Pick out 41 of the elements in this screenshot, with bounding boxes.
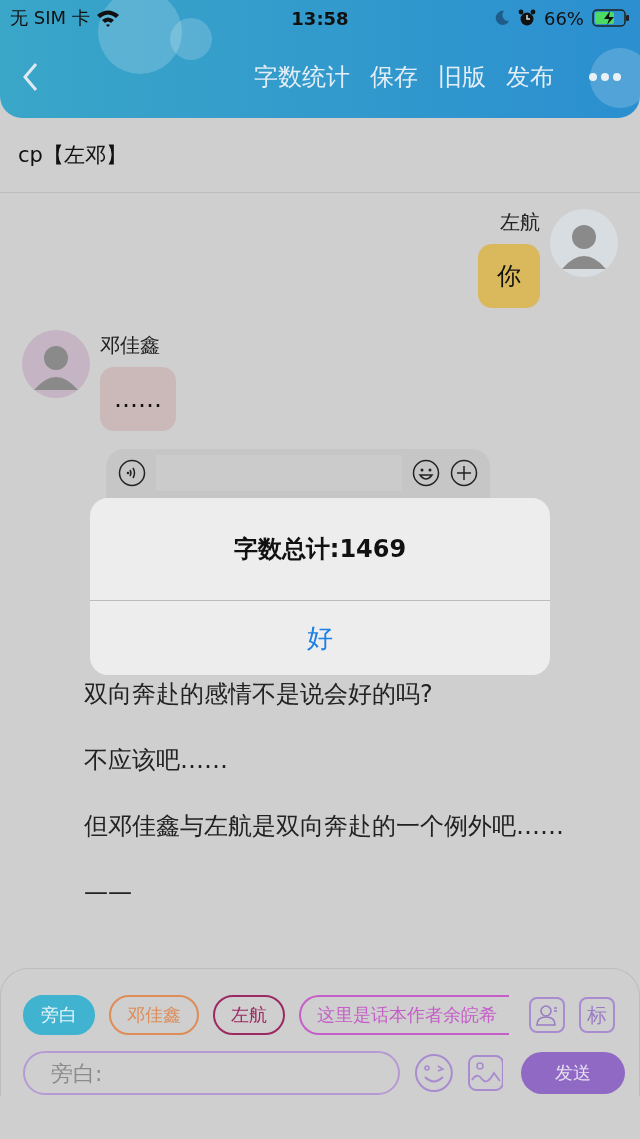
- avatar: [550, 209, 618, 277]
- battery-icon: [592, 9, 630, 27]
- header-action[interactable]: 字数统计: [254, 61, 350, 93]
- message-bubble: 你: [478, 244, 540, 308]
- person-icon: [534, 1002, 560, 1028]
- dialogue-input[interactable]: 旁白:: [23, 1051, 400, 1095]
- back-icon[interactable]: [22, 62, 38, 92]
- role-chip[interactable]: 旁白: [23, 995, 95, 1035]
- send-button[interactable]: 发送: [521, 1052, 625, 1094]
- role-chip[interactable]: 这里是话本作者余皖希: [299, 995, 509, 1035]
- alert-title: 字数总计:1469: [233, 534, 407, 565]
- more-icon[interactable]: [588, 72, 622, 82]
- role-chip[interactable]: 左航: [213, 995, 285, 1035]
- story-paragraph: ——: [83, 877, 133, 908]
- sender-name: 左航: [500, 209, 540, 236]
- character-button[interactable]: [529, 997, 565, 1033]
- wink-icon[interactable]: [413, 1053, 454, 1093]
- story-paragraph: 但邓佳鑫与左航是双向奔赴的一个例外吧……: [83, 811, 564, 842]
- emoji-icon[interactable]: [412, 459, 440, 487]
- role-chip[interactable]: 邓佳鑫: [109, 995, 199, 1035]
- header-action[interactable]: 旧版: [438, 61, 486, 93]
- sender-name: 邓佳鑫: [100, 332, 160, 359]
- ok-button[interactable]: 好: [90, 601, 550, 675]
- story-title: cp【左邓】: [18, 142, 127, 169]
- carrier-text: 无 SIM 卡: [10, 6, 90, 30]
- wifi-icon: [95, 9, 120, 27]
- image-icon[interactable]: [467, 1055, 504, 1091]
- add-icon[interactable]: [450, 459, 478, 487]
- avatar: [22, 330, 90, 398]
- story-paragraph: 不应该吧……: [83, 745, 229, 776]
- clock-time: 13:58: [291, 7, 349, 29]
- tag-button[interactable]: 标: [579, 997, 615, 1033]
- alarm-icon: [517, 9, 536, 27]
- story-paragraph: 双向奔赴的感情不是说会好的吗?: [83, 679, 434, 710]
- battery-percent: 66%: [543, 7, 584, 29]
- message-bubble: ……: [100, 367, 176, 431]
- header-action[interactable]: 发布: [506, 61, 554, 93]
- moon-icon: [493, 10, 510, 26]
- header-action[interactable]: 保存: [370, 61, 418, 93]
- voice-icon[interactable]: [118, 459, 146, 487]
- header-bubble: [590, 48, 640, 108]
